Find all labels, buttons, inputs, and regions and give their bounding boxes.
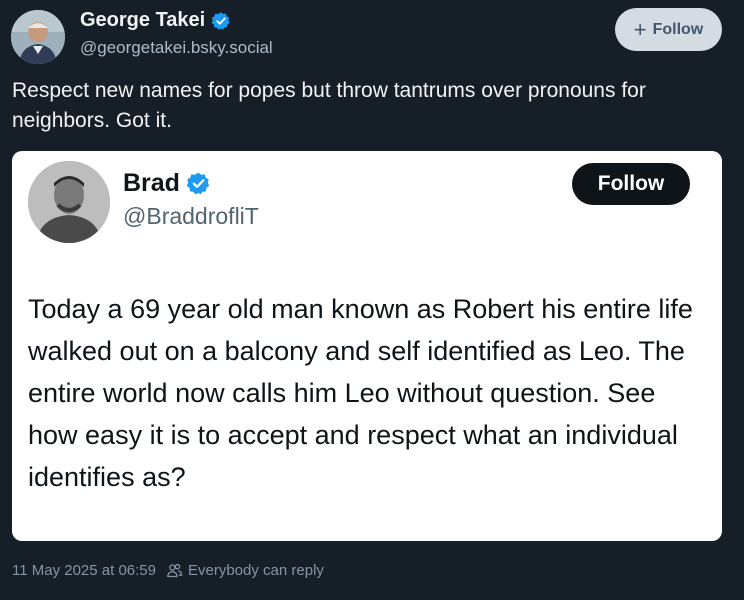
follow-button[interactable]: + Follow (615, 8, 722, 51)
embedded-image[interactable]: Brad @BraddrofliT Follow Today a 69 year… (12, 151, 722, 541)
embedded-author-handle: @BraddrofliT (123, 203, 259, 229)
author-avatar[interactable] (11, 10, 65, 64)
post-footer: 11 May 2025 at 06:59 Everybody can reply (12, 562, 324, 579)
author-handle[interactable]: @georgetakei.bsky.social (80, 38, 273, 58)
plus-icon: + (633, 16, 647, 42)
embedded-avatar-image (28, 161, 110, 243)
author-name-row: George Takei (80, 9, 231, 32)
reply-setting-label: Everybody can reply (188, 562, 324, 579)
embedded-author-avatar (28, 161, 110, 243)
embedded-author-display-name: Brad (123, 169, 180, 197)
reply-setting: Everybody can reply (166, 562, 324, 579)
follow-button-label: Follow (652, 20, 704, 38)
avatar-image (11, 10, 65, 64)
author-display-name[interactable]: George Takei (80, 9, 205, 32)
embedded-verified-badge-icon (186, 172, 210, 195)
post-text: Respect new names for popes but throw ta… (12, 79, 646, 132)
people-icon (167, 563, 183, 578)
post-timestamp[interactable]: 11 May 2025 at 06:59 (12, 562, 156, 579)
post: George Takei @georgetakei.bsky.social + … (0, 0, 744, 600)
embedded-follow-button: Follow (572, 163, 690, 205)
verified-badge-icon (211, 11, 230, 30)
embedded-post-text: Today a 69 year old man known as Robert … (28, 294, 693, 492)
embedded-author-name-row: Brad (123, 169, 211, 198)
